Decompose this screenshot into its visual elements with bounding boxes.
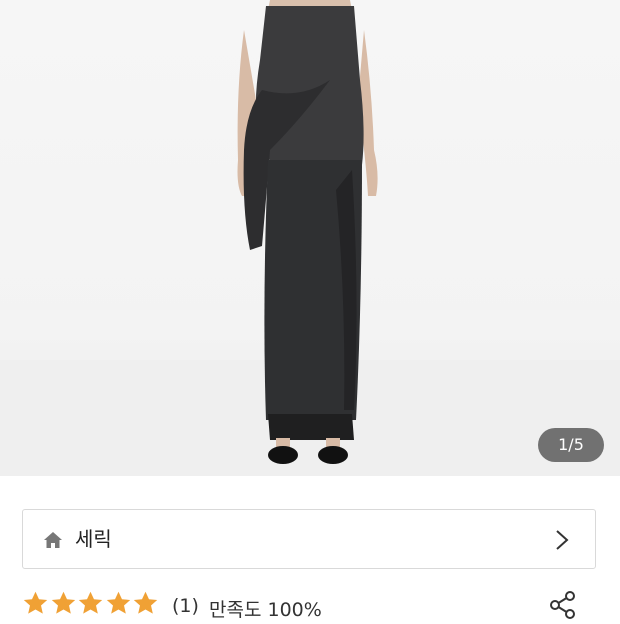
star-icon [23,591,48,614]
satisfaction-rate: 만족도 100% [209,599,322,621]
star-icon [51,591,75,614]
rating-row: (1) 만족도 100% [22,590,618,624]
star-icon [133,591,158,614]
rating-stars [22,590,160,622]
product-photo-illustration [0,0,620,476]
star-icon [78,591,103,614]
chevron-right-icon [556,530,569,550]
brand-link[interactable]: 세릭 [22,509,596,569]
star-icon [106,591,130,614]
image-counter: 1/5 [538,428,604,462]
share-icon[interactable] [548,590,578,620]
home-icon [44,532,62,548]
review-count[interactable]: (1) [172,595,199,617]
brand-name: 세릭 [75,527,112,551]
product-image[interactable]: 1/5 [0,0,620,476]
